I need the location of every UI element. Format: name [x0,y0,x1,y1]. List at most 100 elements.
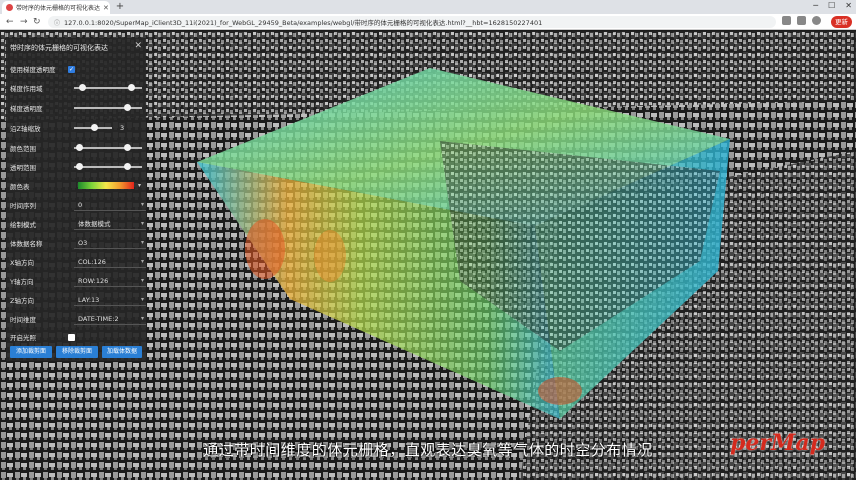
row-lighting: 开启光照 [10,330,142,344]
row-color-range: 颜色范围 [10,141,142,155]
extension-icons [782,16,821,25]
time-dim-value: DATE-TIME:2 [78,315,119,323]
browser-tab[interactable]: 带时序的体元栅格的可视化表达 ✕ [2,1,110,14]
draw-mode-value: 体数据模式 [78,220,111,228]
gradient-opacity-slider[interactable] [74,104,142,111]
row-use-gradient-opacity: 使用梯度透明度 ✓ [10,62,142,76]
label-x-dim: X轴方向 [10,259,34,267]
tab-title: 带时序的体元栅格的可视化表达 [16,5,100,12]
label-gradient-threshold: 梯度作用域 [10,85,43,93]
label-color-table: 颜色表 [10,183,30,191]
reload-icon[interactable]: ↻ [33,16,41,28]
label-use-gradient-opacity: 使用梯度透明度 [10,66,56,74]
row-color-table: 颜色表 ▾ [10,179,142,193]
row-y-dim: Y轴方向 ROW:126 ▾ [10,274,146,288]
time-dim-select[interactable]: DATE-TIME:2 ▾ [74,313,146,325]
time-index-select[interactable]: 0 ▾ [74,199,146,211]
label-z-scale: 沿Z轴缩放 [10,125,41,133]
label-y-dim: Y轴方向 [10,278,34,286]
label-color-range: 颜色范围 [10,145,36,153]
back-icon[interactable]: ← [6,16,14,28]
z-scale-slider[interactable] [74,124,112,131]
browser-tabbar: 带时序的体元栅格的可视化表达 ✕ + ─ ☐ ✕ [0,0,856,14]
time-index-value: 0 [78,201,83,209]
chevron-down-icon[interactable]: ▾ [138,182,141,189]
x-dim-select[interactable]: COL:126 ▾ [74,256,146,268]
address-bar[interactable]: ⓘ 127.0.0.1:8020/SuperMap_iClient3D_11i(… [48,16,776,28]
label-draw-mode: 绘制模式 [10,221,36,229]
gradient-threshold-slider[interactable] [74,84,142,91]
window-close-icon[interactable]: ✕ [845,1,852,10]
row-x-dim: X轴方向 COL:126 ▾ [10,255,146,269]
update-button[interactable]: 更新 [831,16,852,28]
forward-icon[interactable]: → [20,16,28,28]
z-scale-value: 3 [120,124,125,132]
draw-mode-select[interactable]: 体数据模式 ▾ [74,218,146,230]
slider-handle-high[interactable] [128,84,136,91]
slider-handle-low[interactable] [78,84,86,91]
label-time-dim: 时间维度 [10,316,36,324]
dataset-name-value: O3 [78,239,88,247]
row-draw-mode: 绘制模式 体数据模式 ▾ [10,217,146,231]
maximize-icon[interactable]: ☐ [828,1,835,10]
use-gradient-opacity-checkbox[interactable]: ✓ [68,65,75,73]
y-dim-select[interactable]: ROW:126 ▾ [74,275,146,287]
browser-toolbar: ← → ↻ ⓘ 127.0.0.1:8020/SuperMap_iClient3… [0,14,856,30]
chevron-down-icon: ▾ [140,277,144,284]
control-panel: 带时序的体元栅格的可视化表达 ✕ 使用梯度透明度 ✓ 梯度作用域 梯度透明度 沿… [6,38,146,361]
chevron-down-icon: ▾ [140,239,144,246]
chevron-down-icon: ▾ [140,201,144,208]
row-time-index: 时间序列 0 ▾ [10,198,146,212]
chevron-down-icon: ▾ [140,296,144,303]
row-gradient-opacity: 梯度透明度 [10,101,142,115]
remove-clip-plane-button[interactable]: 移除裁剪面 [56,346,98,358]
label-lighting: 开启光照 [10,334,36,342]
y-dim-value: ROW:126 [78,277,109,285]
panel-title: 带时序的体元栅格的可视化表达 [10,44,108,52]
row-time-dim: 时间维度 DATE-TIME:2 ▾ [10,312,146,326]
slider-handle-low[interactable] [75,144,83,151]
row-z-scale: 沿Z轴缩放 3 [10,121,142,135]
row-gradient-threshold: 梯度作用域 [10,81,142,95]
color-table-picker[interactable] [78,182,134,189]
info-icon[interactable]: ⓘ [54,18,60,27]
screen: 带时序的体元栅格的可视化表达 ✕ + ─ ☐ ✕ ← → ↻ ⓘ 127.0.0… [0,0,856,480]
slider-handle[interactable] [123,104,131,111]
chevron-down-icon: ▾ [140,220,144,227]
chevron-down-icon: ▾ [140,258,144,265]
chevron-down-icon: ▾ [140,315,144,322]
panel-close-icon[interactable]: ✕ [134,41,142,51]
window-controls: ─ ☐ ✕ [813,1,852,10]
url-text: 127.0.0.1:8020/SuperMap_iClient3D_11i(20… [64,19,543,27]
z-dim-value: LAY:13 [78,296,100,304]
row-opacity-range: 透明范围 [10,160,142,174]
extension-icon[interactable] [797,16,806,25]
tab-close-icon[interactable]: ✕ [103,4,109,12]
label-dataset-name: 体数据名称 [10,240,43,248]
site-favicon-icon [6,4,13,11]
slider-handle-high[interactable] [123,144,131,151]
profile-icon[interactable] [812,16,821,25]
video-subtitle: 通过带时间维度的体元栅格，直观表达臭氧等气体的时空分布情况 [203,441,653,459]
label-gradient-opacity: 梯度透明度 [10,105,43,113]
label-opacity-range: 透明范围 [10,164,36,172]
slider-handle-low[interactable] [75,163,83,170]
lighting-checkbox[interactable] [68,333,75,341]
x-dim-value: COL:126 [78,258,106,266]
opacity-range-slider[interactable] [74,163,142,170]
dataset-name-select[interactable]: O3 ▾ [74,237,146,249]
label-time-index: 时间序列 [10,202,36,210]
slider-handle-high[interactable] [123,163,131,170]
add-clip-plane-button[interactable]: 添加裁剪面 [10,346,52,358]
z-dim-select[interactable]: LAY:13 ▾ [74,294,146,306]
row-dataset-name: 体数据名称 O3 ▾ [10,236,146,250]
minimize-icon[interactable]: ─ [813,1,818,10]
new-tab-icon[interactable]: + [114,1,126,13]
label-z-dim: Z轴方向 [10,297,34,305]
bookmark-star-icon[interactable] [782,16,791,25]
supermap-logo: perMap [730,430,825,456]
slider-handle[interactable] [91,124,99,131]
load-voxel-button[interactable]: 加载体数据 [102,346,142,358]
row-z-dim: Z轴方向 LAY:13 ▾ [10,293,146,307]
color-range-slider[interactable] [74,144,142,151]
